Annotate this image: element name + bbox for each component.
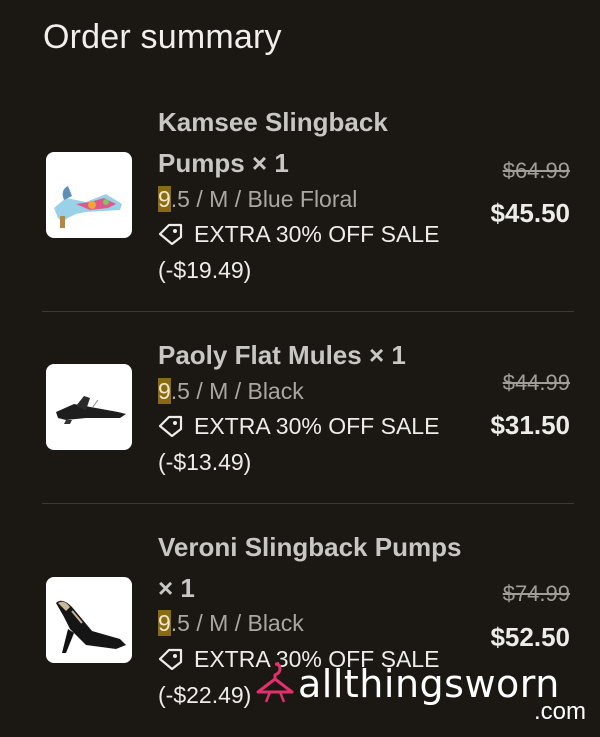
- divider: [42, 503, 574, 504]
- tag-icon: [158, 415, 183, 437]
- tag-icon: [158, 223, 183, 245]
- variant-text: .5 / M / Black: [170, 378, 304, 404]
- original-price: $64.99: [502, 158, 570, 183]
- sale-price: $45.50: [490, 198, 570, 228]
- size-highlight: 9: [158, 186, 171, 212]
- divider: [42, 311, 574, 312]
- promo-text: EXTRA 30% OFF SALE (-$19.49): [158, 221, 440, 283]
- product-image-floral-pump[interactable]: [46, 152, 132, 238]
- item-name: Veroni Slingback Pumps × 1: [158, 532, 462, 603]
- item-variant: 9.5 / M / Black: [158, 608, 304, 638]
- size-highlight: 9: [158, 610, 171, 636]
- variant-text: .5 / M / Black: [170, 610, 304, 636]
- promo-text: EXTRA 30% OFF SALE (-$13.49): [158, 413, 440, 475]
- product-image-black-pump[interactable]: [46, 577, 132, 663]
- item-variant: 9.5 / M / Black: [158, 376, 304, 406]
- product-image-black-mule[interactable]: [46, 364, 132, 450]
- original-price: $74.99: [502, 581, 570, 606]
- original-price: $44.99: [502, 370, 570, 395]
- promo-line: EXTRA 30% OFF SALE (-$13.49): [158, 408, 458, 480]
- promo-line: EXTRA 30% OFF SALE (-$19.49): [158, 216, 458, 288]
- item-variant: 9.5 / M / Blue Floral: [158, 184, 357, 214]
- watermark-suffix: .com: [533, 698, 586, 725]
- watermark-brand: allthingsworn: [298, 662, 560, 706]
- item-name: Paoly Flat Mules × 1: [158, 340, 406, 370]
- tag-icon: [158, 648, 183, 670]
- size-highlight: 9: [158, 378, 171, 404]
- item-name: Kamsee Slingback Pumps × 1: [158, 107, 388, 178]
- page-title: Order summary: [43, 18, 282, 56]
- sale-price: $52.50: [490, 622, 570, 652]
- sale-price: $31.50: [490, 410, 570, 440]
- variant-text: .5 / M / Blue Floral: [170, 186, 358, 212]
